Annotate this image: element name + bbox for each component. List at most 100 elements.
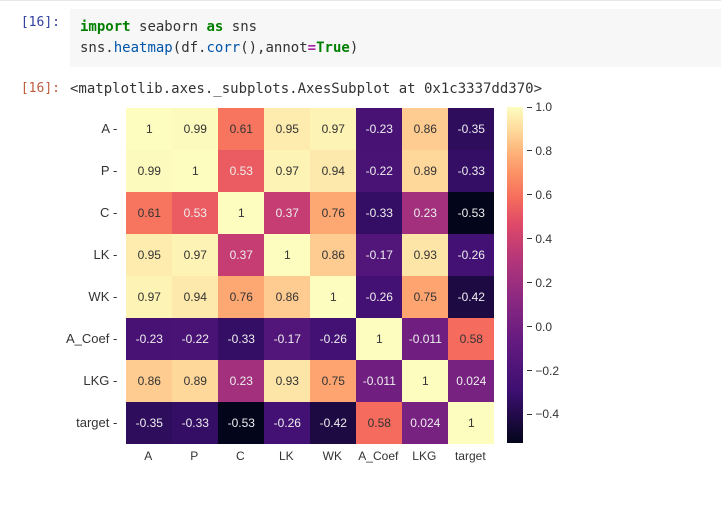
heatmap-cell: -0.33 xyxy=(448,150,494,192)
heatmap-cell: 1 xyxy=(264,234,310,276)
heatmap-cell: 1 xyxy=(448,402,494,444)
kwarg-name: annot xyxy=(266,40,308,56)
y-tick-label: C - xyxy=(100,191,121,233)
heatmap-cell: -0.53 xyxy=(448,192,494,234)
heatmap-cell: 0.58 xyxy=(356,402,402,444)
code-input[interactable]: import seaborn as sns sns.heatmap(df.cor… xyxy=(70,9,721,67)
heatmap-cell: 0.23 xyxy=(402,192,448,234)
heatmap-cell: -0.26 xyxy=(448,234,494,276)
heatmap-cell: 0.94 xyxy=(172,276,218,318)
heatmap-cell: 0.024 xyxy=(402,402,448,444)
heatmap-cell: 0.61 xyxy=(126,192,172,234)
heatmap-cell: 0.97 xyxy=(310,108,356,150)
colorbar-gradient xyxy=(507,107,523,443)
colorbar-tick: 1.0 xyxy=(527,100,552,114)
heatmap-cell: 0.58 xyxy=(448,318,494,360)
heatmap-cell: -0.17 xyxy=(356,234,402,276)
x-tick-label: C xyxy=(217,449,263,463)
heatmap-cell: -0.26 xyxy=(356,276,402,318)
heatmap-cell: 0.97 xyxy=(126,276,172,318)
heatmap-grid: 10.990.610.950.97-0.230.86-0.350.9910.53… xyxy=(125,107,495,445)
colorbar-tick: 0.2 xyxy=(527,276,552,290)
heatmap-cell: 0.93 xyxy=(264,360,310,402)
heatmap-cell: 0.61 xyxy=(218,108,264,150)
heatmap-cell: 0.76 xyxy=(218,276,264,318)
heatmap-cell: 0.75 xyxy=(310,360,356,402)
heatmap-cell: 0.37 xyxy=(218,234,264,276)
keyword-import: import xyxy=(80,19,131,35)
colorbar-tick: −0.4 xyxy=(527,407,559,421)
heatmap-cell: 0.024 xyxy=(448,360,494,402)
heatmap-cell: 0.86 xyxy=(310,234,356,276)
heatmap-cell: 0.23 xyxy=(218,360,264,402)
heatmap-cell: 0.95 xyxy=(264,108,310,150)
heatmap-cell: 0.97 xyxy=(172,234,218,276)
heatmap-cell: 1 xyxy=(310,276,356,318)
x-tick-label: WK xyxy=(309,449,355,463)
heatmap-cell: -0.35 xyxy=(448,108,494,150)
colorbar-tick: 0.8 xyxy=(527,144,552,158)
heatmap-cell: 0.75 xyxy=(402,276,448,318)
heatmap-cell: -0.23 xyxy=(126,318,172,360)
method-name: corr xyxy=(206,40,240,56)
heatmap-figure: A -P -C -LK -WK -A_Coef -LKG -target - 1… xyxy=(66,107,721,463)
y-tick-label: LK - xyxy=(93,233,121,275)
heatmap-cell: -0.35 xyxy=(126,402,172,444)
colorbar-tick: 0.6 xyxy=(527,188,552,202)
heatmap-cell: 1 xyxy=(402,360,448,402)
x-tick-label: LKG xyxy=(401,449,447,463)
heatmap-cell: 0.89 xyxy=(402,150,448,192)
y-tick-label: P - xyxy=(101,149,121,191)
heatmap-cell: -0.53 xyxy=(218,402,264,444)
x-axis-labels: APCLKWKA_CoefLKGtarget xyxy=(125,449,495,463)
heatmap-cell: 1 xyxy=(172,150,218,192)
heatmap-cell: -0.26 xyxy=(310,318,356,360)
heatmap-cell: 0.86 xyxy=(264,276,310,318)
heatmap-cell: -0.22 xyxy=(356,150,402,192)
y-axis-labels: A -P -C -LK -WK -A_Coef -LKG -target - xyxy=(66,107,121,463)
y-tick-label: A_Coef - xyxy=(66,317,121,359)
heatmap-cell: -0.011 xyxy=(402,318,448,360)
x-tick-label: P xyxy=(171,449,217,463)
colorbar-tick: −0.2 xyxy=(527,364,559,378)
heatmap-cell: 0.99 xyxy=(126,150,172,192)
x-tick-label: A_Coef xyxy=(355,449,401,463)
heatmap-cell: -0.011 xyxy=(356,360,402,402)
keyword-true: True xyxy=(316,40,350,56)
heatmap-cell: 0.97 xyxy=(264,150,310,192)
heatmap-cell: -0.33 xyxy=(218,318,264,360)
heatmap-cell: 0.86 xyxy=(402,108,448,150)
input-prompt: [16]: xyxy=(4,9,70,67)
heatmap-cell: -0.26 xyxy=(264,402,310,444)
heatmap-cell: 0.53 xyxy=(218,150,264,192)
object-name: sns xyxy=(80,40,105,56)
heatmap-cell: 0.89 xyxy=(172,360,218,402)
heatmap-cell: -0.17 xyxy=(264,318,310,360)
heatmap-cell: 1 xyxy=(356,318,402,360)
heatmap-cell: 0.37 xyxy=(264,192,310,234)
function-name: heatmap xyxy=(114,40,173,56)
module-name: seaborn xyxy=(139,19,198,35)
alias-name: sns xyxy=(232,19,257,35)
heatmap-cell: 0.99 xyxy=(172,108,218,150)
heatmap-cell: -0.42 xyxy=(448,276,494,318)
output-prompt: [16]: xyxy=(4,75,70,97)
heatmap-cell: 0.95 xyxy=(126,234,172,276)
keyword-as: as xyxy=(206,19,223,35)
y-tick-label: LKG - xyxy=(83,359,121,401)
arg-object: df xyxy=(181,40,198,56)
output-cell: [16]: <matplotlib.axes._subplots.AxesSub… xyxy=(0,71,721,101)
operator-equals: = xyxy=(308,40,316,56)
heatmap-cell: 1 xyxy=(126,108,172,150)
heatmap-cell: 0.53 xyxy=(172,192,218,234)
heatmap-cell: 0.86 xyxy=(126,360,172,402)
heatmap-cell: 1 xyxy=(218,192,264,234)
heatmap-cell: -0.33 xyxy=(356,192,402,234)
divider xyxy=(0,0,721,1)
heatmap-cell: 0.93 xyxy=(402,234,448,276)
code-cell: [16]: import seaborn as sns sns.heatmap(… xyxy=(0,5,721,71)
x-tick-label: A xyxy=(125,449,171,463)
y-tick-label: WK - xyxy=(88,275,121,317)
heatmap-cell: -0.33 xyxy=(172,402,218,444)
x-tick-label: LK xyxy=(263,449,309,463)
